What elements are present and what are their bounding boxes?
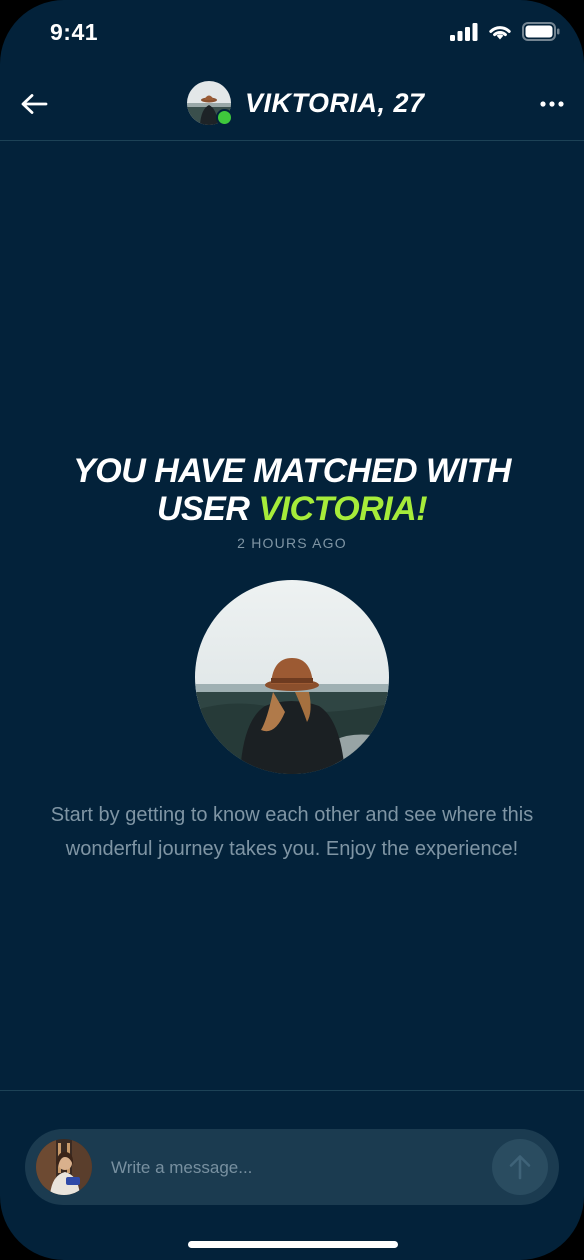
more-horizontal-icon (540, 101, 564, 107)
match-timestamp: 2 HOURS AGO (237, 535, 347, 551)
more-options-button[interactable] (538, 88, 566, 120)
back-button[interactable] (16, 86, 52, 122)
online-status-dot (216, 109, 233, 126)
match-profile-photo[interactable] (195, 580, 389, 774)
battery-icon (522, 22, 560, 41)
chat-header: VIKTORIA, 27 (0, 66, 584, 141)
status-bar: 9:41 (0, 0, 584, 66)
header-avatar (187, 81, 233, 126)
profile-photo-image (195, 580, 389, 774)
status-icons (450, 22, 560, 41)
home-indicator[interactable] (188, 1241, 398, 1248)
match-title: YOU HAVE MATCHED WITH USER VICTORIA! (0, 452, 584, 528)
match-title-prefix: USER (156, 490, 259, 528)
own-avatar[interactable] (36, 1139, 92, 1195)
match-user-name: VICTORIA! (258, 490, 428, 528)
signal-icon (450, 22, 478, 41)
status-time: 9:41 (50, 19, 99, 45)
composer-divider (0, 1090, 584, 1091)
match-title-line1: YOU HAVE MATCHED WITH (73, 452, 511, 490)
arrow-left-icon (21, 94, 48, 114)
header-user-profile[interactable]: VIKTORIA, 27 (187, 81, 425, 126)
send-button[interactable] (492, 1139, 548, 1195)
match-intro-text: Start by getting to know each other and … (50, 804, 534, 860)
own-avatar-image (36, 1139, 92, 1195)
message-composer (25, 1129, 559, 1205)
message-input[interactable] (109, 1147, 483, 1189)
header-user-name: VIKTORIA, 27 (245, 87, 425, 118)
match-title-line2: USER VICTORIA! (0, 490, 584, 528)
phone-screen: 9:41 VIKTORIA, 27 YOU HAVE MATCHED WITH … (0, 0, 584, 1260)
wifi-icon (489, 26, 511, 40)
arrow-up-icon (509, 1155, 531, 1180)
